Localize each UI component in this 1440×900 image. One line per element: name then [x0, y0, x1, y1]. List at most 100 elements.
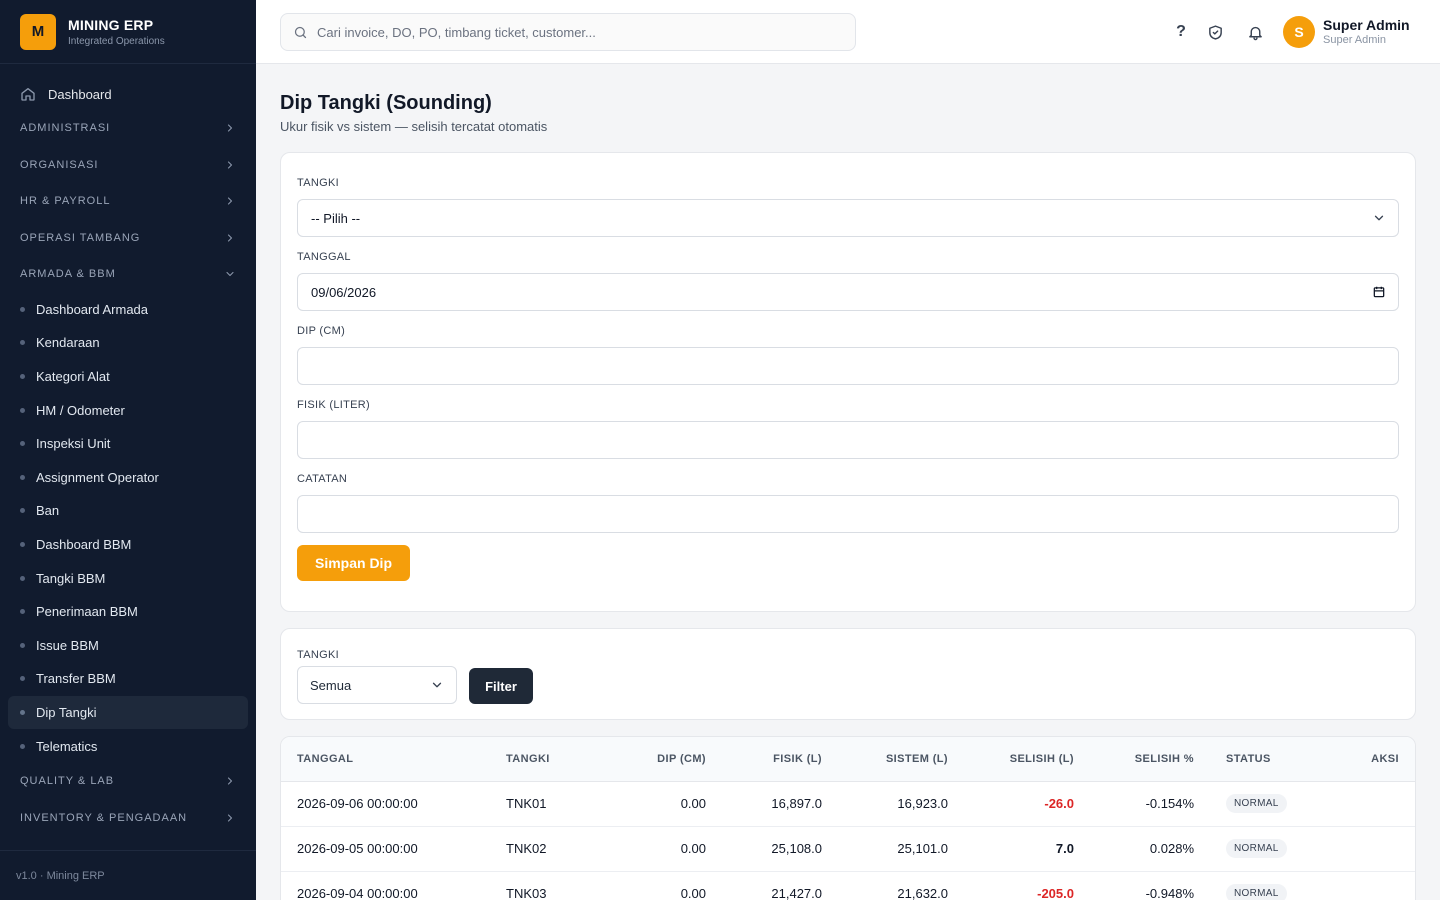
sidebar-section-quality-lab[interactable]: QUALITY & LAB: [0, 763, 256, 800]
bell-icon[interactable]: [1244, 21, 1266, 43]
fisik-field[interactable]: [297, 421, 1399, 459]
chevron-down-icon: [432, 682, 442, 688]
sidebar-section-organisasi[interactable]: ORGANISASI: [0, 147, 256, 184]
search-icon: [294, 26, 307, 38]
sidebar-nav: Dashboard ADMINISTRASI ORGANISASI HR & PAY…: [0, 64, 256, 836]
search-box[interactable]: [280, 13, 856, 51]
user-name: Super Admin: [1323, 17, 1410, 33]
sidebar-item-kendaraan[interactable]: Kendaraan: [8, 326, 248, 360]
bullet-dot-icon: [20, 575, 25, 581]
dip-input[interactable]: [311, 358, 1386, 374]
catatan-input[interactable]: [311, 506, 1386, 522]
sidebar-item-label: Kategori Alat: [36, 368, 110, 384]
cell-aksi: [1324, 781, 1415, 827]
sidebar-item-label: Dashboard Armada: [36, 301, 149, 317]
help-icon[interactable]: ?: [1170, 21, 1192, 43]
cell-aksi: [1324, 871, 1415, 900]
brand[interactable]: M MINING ERP Integrated Operations: [0, 0, 256, 64]
tanggal-label: TANGGAL: [297, 251, 351, 263]
sidebar-item-ban[interactable]: Ban: [8, 494, 248, 528]
sidebar-section-administrasi[interactable]: ADMINISTRASI: [0, 110, 256, 147]
table-row: 2026-09-05 00:00:00 TNK02 0.00 25,108.0 25,1…: [281, 826, 1415, 872]
cell-selisih-pct: -0.154%: [1074, 781, 1194, 827]
sidebar-item-telematics[interactable]: Telematics: [8, 729, 248, 763]
sidebar-item-hm-odometer[interactable]: HM / Odometer: [8, 393, 248, 427]
cell-sistem: 21,632.0: [822, 871, 948, 900]
dip-label: DIP (CM): [297, 325, 346, 337]
cell-aksi: [1324, 826, 1415, 872]
brand-name: MINING ERP: [68, 16, 154, 33]
save-dip-button[interactable]: Simpan Dip: [297, 545, 410, 581]
sidebar-section-operasi-tambang[interactable]: OPERASI TAMBANG: [0, 220, 256, 257]
tangki-select-value: -- Pilih --: [311, 210, 361, 226]
shield-check-icon[interactable]: [1204, 21, 1226, 43]
cell-selisih-pct: -0.948%: [1074, 871, 1194, 900]
dip-field[interactable]: [297, 347, 1399, 385]
sidebar-item-dip-tangki[interactable]: Dip Tangki: [8, 695, 248, 730]
bullet-dot-icon: [20, 306, 25, 312]
col-status: STATUS: [1194, 737, 1324, 782]
cell-dip: 0.00: [592, 781, 706, 827]
sidebar-section-label: OPERASI TAMBANG: [20, 231, 141, 244]
chevron-down-icon: [1374, 215, 1384, 221]
bullet-dot-icon: [20, 407, 25, 413]
tangki-label: TANGKI: [297, 177, 339, 189]
col-dip: DIP (CM): [592, 737, 706, 782]
cell-sistem: 16,923.0: [822, 781, 948, 827]
home-icon: [21, 88, 35, 101]
sidebar-item-label: Assignment Operator: [36, 469, 159, 485]
avatar[interactable]: S: [1283, 16, 1315, 48]
sidebar-item-penerimaan-bbm[interactable]: Penerimaan BBM: [8, 595, 248, 629]
user-role: Super Admin: [1323, 34, 1386, 46]
col-selisih-pct: SELISIH %: [1074, 737, 1194, 782]
sidebar-section-armada-bbm[interactable]: ARMADA & BBM: [0, 256, 256, 293]
sidebar-item-issue-bbm[interactable]: Issue BBM: [8, 628, 248, 662]
sidebar-item-tangki-bbm[interactable]: Tangki BBM: [8, 561, 248, 595]
main-content: Dip Tangki (Sounding) Ukur fisik vs sist…: [280, 64, 1416, 900]
dip-table-card: TANGGAL TANGKI DIP (CM) FISIK (L) SISTEM…: [280, 736, 1416, 900]
sidebar-item-label: Dashboard BBM: [36, 536, 132, 552]
sidebar-section-inventory-pengadaan[interactable]: INVENTORY & PENGADAAN: [0, 799, 256, 836]
sidebar-item-kategori-alat[interactable]: Kategori Alat: [8, 360, 248, 394]
search-input[interactable]: [317, 24, 837, 40]
sidebar-item-label: Inspeksi Unit: [36, 436, 111, 452]
selisih-value: 7.0: [1055, 841, 1074, 856]
cell-tanggal: 2026-09-06 00:00:00: [281, 781, 506, 827]
filter-tangki-select[interactable]: Semua: [297, 666, 457, 704]
bullet-dot-icon: [20, 373, 25, 379]
sidebar-item-dashboard-bbm[interactable]: Dashboard BBM: [8, 528, 248, 562]
fisik-input[interactable]: [311, 432, 1386, 448]
catatan-field[interactable]: [297, 495, 1399, 533]
sidebar-section-label: INVENTORY & PENGADAAN: [20, 811, 188, 824]
chevron-right-icon: [227, 234, 233, 242]
bullet-dot-icon: [20, 642, 25, 648]
sidebar-item-label: Issue BBM: [36, 637, 99, 653]
user-menu[interactable]: Super Admin Super Admin: [1323, 17, 1410, 46]
sidebar-item-label: Dip Tangki: [36, 704, 97, 720]
catatan-label: CATATAN: [297, 473, 348, 485]
tangki-select[interactable]: -- Pilih --: [297, 199, 1399, 237]
sidebar-item-label: HM / Odometer: [36, 402, 125, 418]
cell-selisih: -26.0: [948, 781, 1074, 827]
sidebar-section-hr-payroll[interactable]: HR & PAYROLL: [0, 183, 256, 220]
col-tangki: TANGKI: [506, 737, 592, 782]
sidebar-item-assignment-operator[interactable]: Assignment Operator: [8, 460, 248, 494]
sidebar-item-label: Ban: [36, 503, 60, 519]
sidebar-section-label: ORGANISASI: [20, 158, 99, 171]
bullet-dot-icon: [20, 474, 25, 480]
cell-dip: 0.00: [592, 871, 706, 900]
selisih-value: -26.0: [1044, 796, 1074, 811]
tanggal-date-field[interactable]: 09/06/2026: [297, 273, 1399, 311]
sidebar-item-dashboard-armada[interactable]: Dashboard Armada: [8, 293, 248, 327]
sidebar-item-dashboard[interactable]: Dashboard: [0, 78, 256, 110]
calendar-icon[interactable]: [1372, 285, 1386, 299]
cell-status: NORMAL: [1194, 781, 1324, 827]
filter-button[interactable]: Filter: [469, 668, 533, 704]
cell-fisik: 25,108.0: [706, 826, 822, 872]
cell-dip: 0.00: [592, 826, 706, 872]
sidebar-item-transfer-bbm[interactable]: Transfer BBM: [8, 662, 248, 696]
chevron-right-icon: [227, 777, 233, 785]
col-selisih: SELISIH (L): [948, 737, 1074, 782]
sidebar-item-inspeksi-unit[interactable]: Inspeksi Unit: [8, 427, 248, 461]
sidebar-section-label: ARMADA & BBM: [20, 268, 116, 281]
